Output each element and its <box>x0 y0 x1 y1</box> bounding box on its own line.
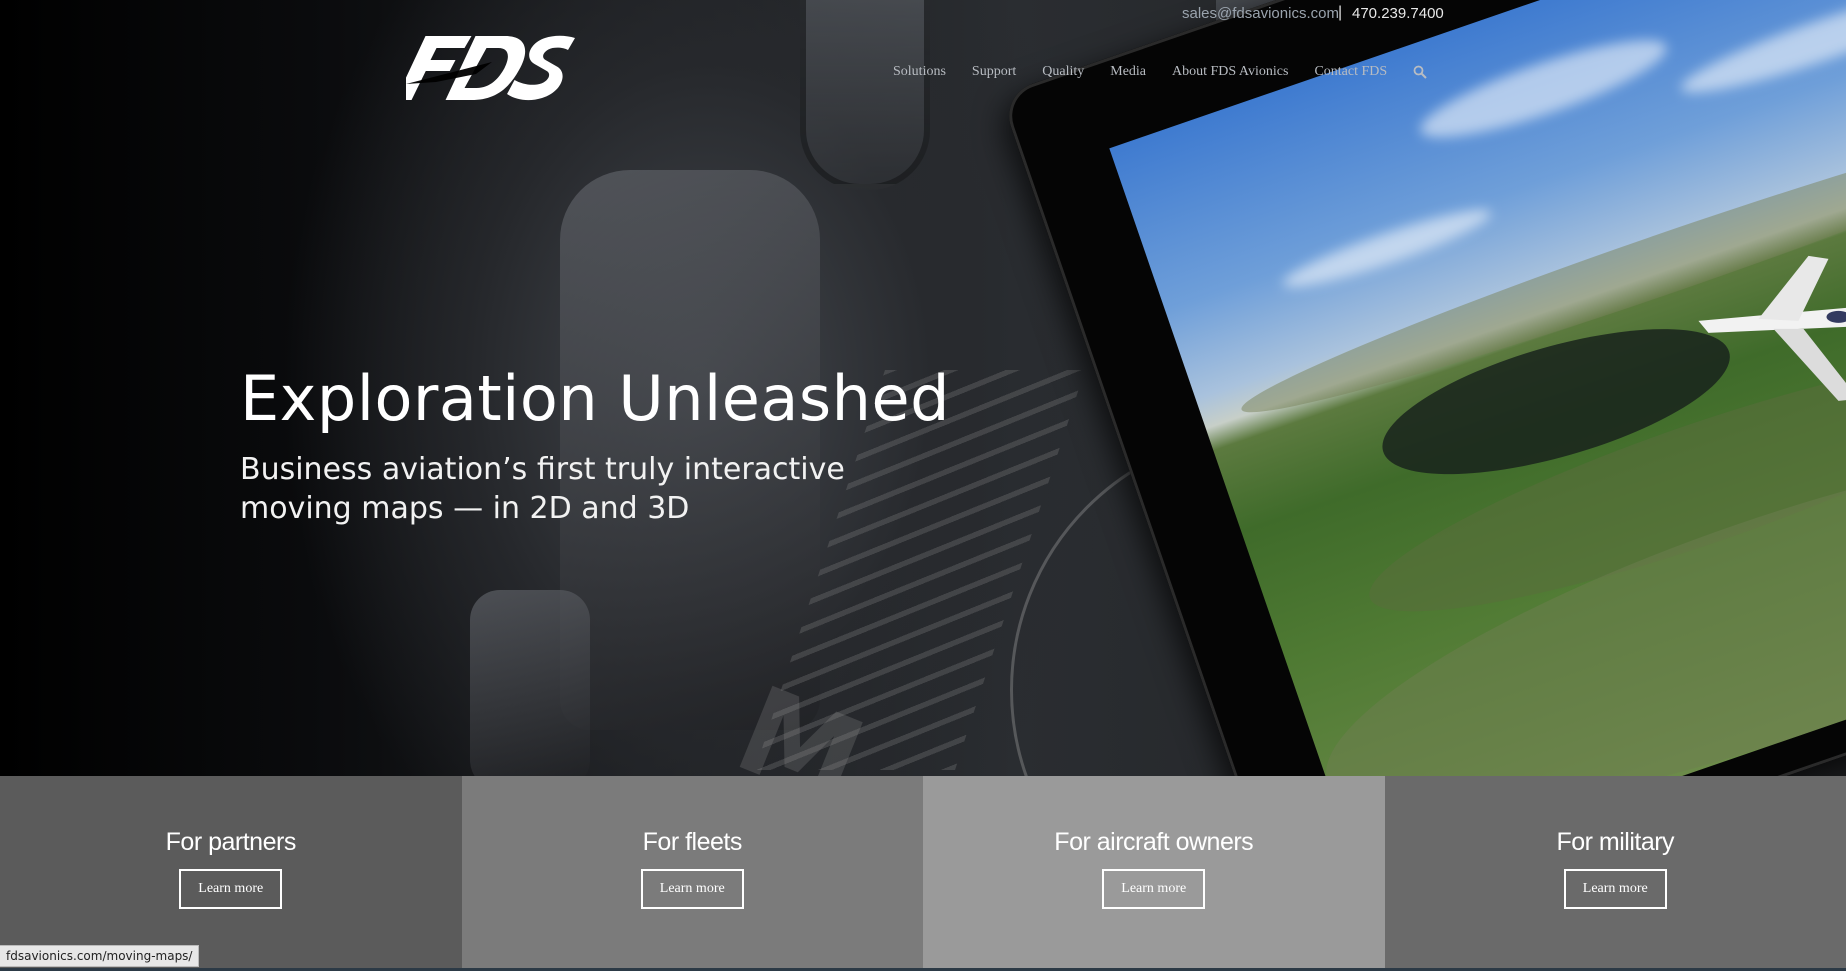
learn-more-button[interactable]: Learn more <box>1102 869 1206 909</box>
tile-aircraft-owners: For aircraft owners Learn more <box>923 776 1385 969</box>
tile-partners: For partners Learn more <box>0 776 462 969</box>
tile-title: For aircraft owners <box>1054 828 1254 856</box>
contact-separator: | <box>1338 4 1343 21</box>
contact-phone-link[interactable]: 470.239.7400 <box>1352 5 1444 22</box>
main-navigation: Solutions Support Quality Media About FD… <box>893 64 1427 80</box>
hero-title: Exploration Unleashed <box>240 362 950 435</box>
business-jet-image <box>1698 255 1846 401</box>
fds-logo[interactable] <box>395 34 578 107</box>
cabin-seat-armrest <box>470 590 590 776</box>
nav-quality[interactable]: Quality <box>1042 64 1084 80</box>
tile-title: For fleets <box>642 828 743 856</box>
learn-more-button[interactable]: Learn more <box>179 869 283 909</box>
hero-subtitle: Business aviation’s first truly interact… <box>240 452 845 526</box>
tile-fleets: For fleets Learn more <box>461 776 923 969</box>
nav-media[interactable]: Media <box>1110 64 1146 80</box>
nav-support[interactable]: Support <box>972 64 1016 80</box>
nav-solutions[interactable]: Solutions <box>893 64 946 80</box>
search-icon[interactable] <box>1413 65 1427 79</box>
cloud <box>1278 198 1496 299</box>
contact-email-link[interactable]: sales@fdsavionics.com <box>1182 5 1339 22</box>
tablet-screen-3d-map <box>1109 0 1846 776</box>
audience-tiles: For partners Learn more For fleets Learn… <box>0 776 1846 969</box>
learn-more-button[interactable]: Learn more <box>1563 869 1667 909</box>
tile-title: For military <box>1556 828 1675 856</box>
browser-status-url: fdsavionics.com/moving-maps/ <box>0 945 200 967</box>
tile-military: For military Learn more <box>1384 776 1846 969</box>
cabin-window-left <box>800 0 930 190</box>
nav-contact-fds[interactable]: Contact FDS <box>1314 64 1387 80</box>
tile-title: For partners <box>165 828 297 856</box>
learn-more-button[interactable]: Learn more <box>640 869 744 909</box>
nav-about-fds-avionics[interactable]: About FDS Avionics <box>1172 64 1288 80</box>
cloud <box>1412 22 1675 155</box>
top-contact-bar: sales@fdsavionics.com | 470.239.7400 <box>0 0 1846 28</box>
fds-logo-mark <box>395 35 576 101</box>
